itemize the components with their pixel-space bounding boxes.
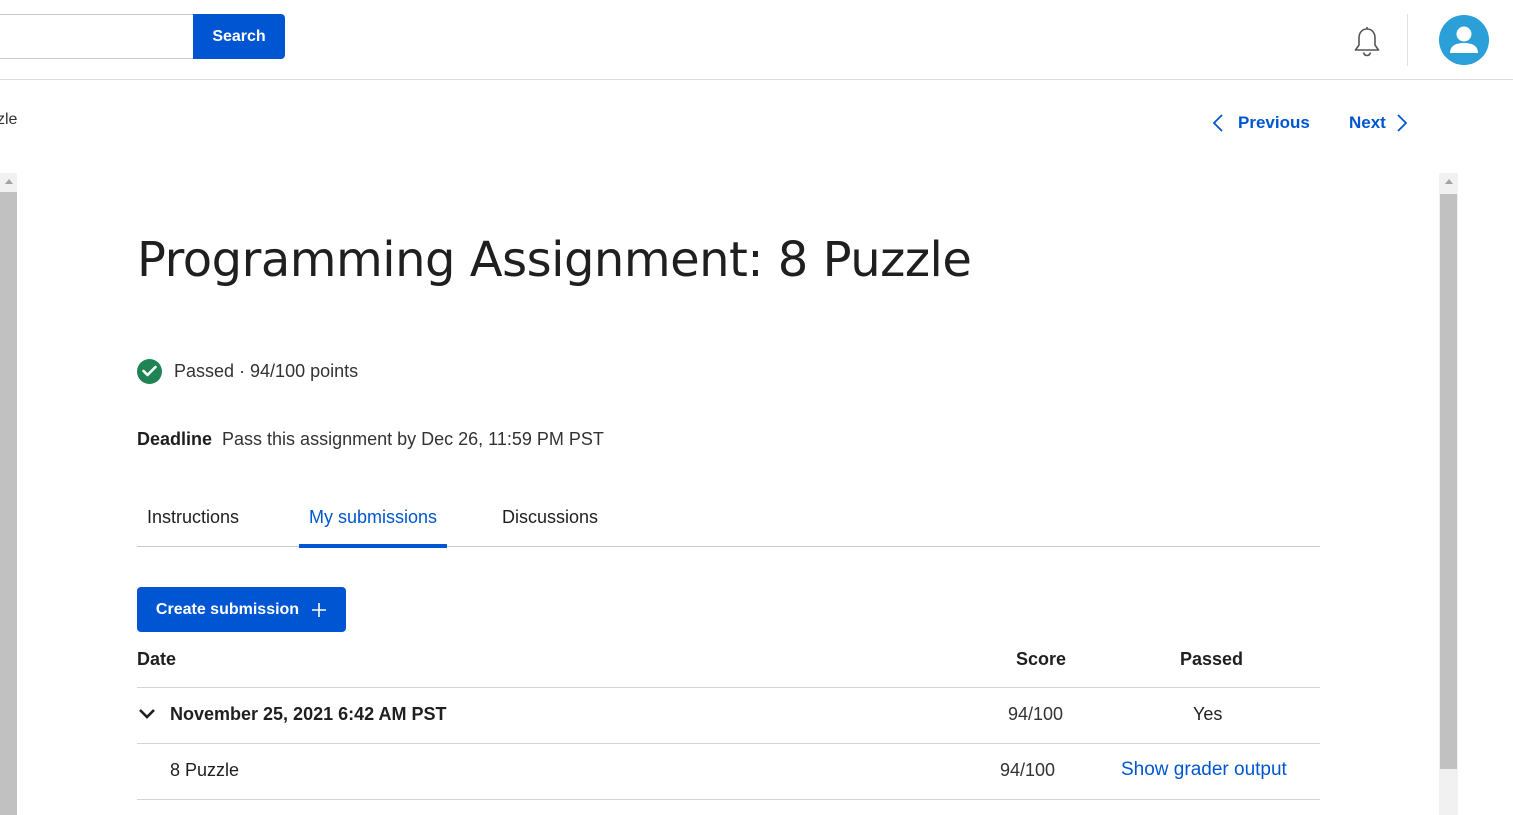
tab-discussions[interactable]: Discussions	[492, 488, 608, 546]
submission-part-score: 94/100	[1000, 760, 1056, 780]
previous-link[interactable]: Previous	[1212, 110, 1310, 136]
chevron-left-icon	[1212, 114, 1223, 132]
scroll-up-arrow-icon[interactable]	[1439, 173, 1458, 190]
column-header-score: Score	[1016, 649, 1067, 669]
top-header: Search	[0, 0, 1513, 80]
search-button[interactable]: Search	[193, 14, 285, 59]
submissions-table: Date Score Passed November 25, 2021 6:42…	[137, 640, 1320, 800]
show-grader-output-link[interactable]: Show grader output	[1121, 759, 1287, 781]
status-text: Passed · 94/100 points	[174, 360, 359, 381]
column-header-date: Date	[137, 649, 177, 669]
notification-bell-icon[interactable]	[1349, 24, 1385, 60]
table-row[interactable]: November 25, 2021 6:42 AM PST 94/100 Yes	[137, 688, 1320, 744]
header-divider	[1407, 14, 1408, 66]
deadline-text: Pass this assignment by Dec 26, 11:59 PM…	[222, 429, 604, 449]
create-submission-button[interactable]: Create submission	[137, 587, 346, 632]
deadline-label: Deadline	[137, 429, 213, 449]
table-header: Date Score Passed	[137, 640, 1320, 688]
chevron-right-icon	[1397, 114, 1408, 132]
table-row: 8 Puzzle 94/100 Show grader output	[137, 744, 1320, 800]
status-row: Passed · 94/100 points	[137, 358, 358, 384]
submission-score: 94/100	[1008, 704, 1064, 724]
scroll-up-arrow-icon[interactable]	[0, 173, 17, 190]
avatar-icon[interactable]	[1439, 15, 1489, 65]
tab-bar: Instructions My submissions Discussions	[137, 488, 1320, 548]
column-header-passed: Passed	[1180, 649, 1244, 669]
scrollbar-thumb[interactable]	[1440, 194, 1457, 769]
breadcrumb[interactable]: zle	[0, 111, 17, 129]
right-scrollbar[interactable]	[1439, 173, 1458, 815]
submission-part-name: 8 Puzzle	[170, 760, 240, 780]
deadline-row: Deadline Pass this assignment by Dec 26,…	[137, 429, 604, 450]
previous-label: Previous	[1238, 113, 1310, 132]
next-link[interactable]: Next	[1349, 110, 1408, 136]
create-submission-label: Create submission	[155, 600, 300, 618]
check-circle-icon	[137, 358, 162, 384]
next-label: Next	[1349, 113, 1386, 132]
page-title: Programming Assignment: 8 Puzzle	[137, 232, 972, 288]
submission-date: November 25, 2021 6:42 AM PST	[170, 704, 447, 724]
tab-my-submissions[interactable]: My submissions	[299, 488, 448, 548]
scrollbar-thumb[interactable]	[0, 192, 17, 815]
plus-icon	[312, 602, 327, 617]
chevron-down-icon[interactable]	[137, 704, 157, 724]
search-input[interactable]	[0, 14, 194, 59]
left-scrollbar[interactable]	[0, 173, 17, 815]
tab-instructions[interactable]: Instructions	[137, 488, 249, 546]
submission-passed: Yes	[1193, 704, 1223, 724]
